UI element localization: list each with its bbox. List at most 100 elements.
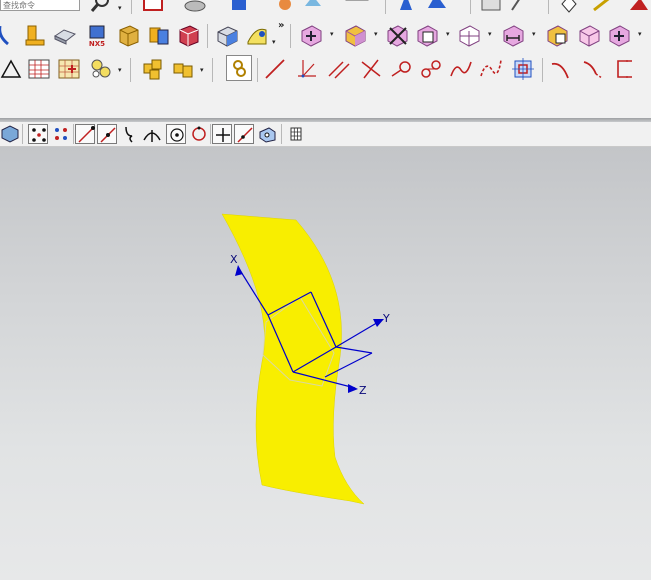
toolbar-row-2: NX5 ▾ » ▾ ▾ ▾ ▾ ▾ ▾ [0,18,651,52]
measure-icon[interactable] [456,22,482,48]
all-points-icon[interactable] [28,124,48,144]
separator [548,0,549,14]
double-circle-icon[interactable] [418,56,444,82]
dropdown-arrow-icon[interactable]: ▾ [272,38,276,46]
arc-icon[interactable] [548,56,574,82]
separator [210,124,211,144]
line-icon[interactable] [262,56,288,82]
point-on-face-icon[interactable] [257,124,277,144]
wave-icon[interactable] [500,22,526,48]
intersect-line-icon[interactable] [358,56,384,82]
section-icon[interactable] [544,22,570,48]
mid-point-icon[interactable] [97,124,117,144]
layer-icon[interactable] [424,0,450,14]
separator [212,58,213,82]
end-point-icon[interactable] [75,124,95,144]
assembly-add-icon[interactable] [140,56,166,82]
dropdown-arrow-icon[interactable]: ▾ [446,30,450,38]
curve-icon[interactable] [0,22,20,48]
blank-box-icon[interactable] [344,0,370,14]
model-canvas[interactable]: X Y Z [0,147,651,580]
cube-icon[interactable] [176,22,202,48]
block-icon[interactable] [52,22,78,48]
dropdown-arrow-icon[interactable]: ▾ [374,30,378,38]
tube-icon[interactable] [116,22,142,48]
point-icon[interactable] [294,56,320,82]
y-axis-label: Y [382,312,390,325]
move-object-icon[interactable] [140,0,166,14]
split-body-icon[interactable] [384,22,410,48]
feature-group-icon[interactable] [88,56,114,82]
separator [131,0,132,14]
dropdown-arrow-icon[interactable]: ▾ [330,30,334,38]
x-axis-label: X [230,253,238,266]
surface-icon[interactable] [244,22,270,48]
separator [385,0,386,14]
dropdown-arrow-icon[interactable]: ▾ [532,30,536,38]
dropdown-arrow-icon[interactable]: ▾ [118,4,122,12]
point-on-curve-icon[interactable] [234,124,254,144]
quadrant-icon[interactable] [189,124,209,144]
mark-icon[interactable] [626,0,651,14]
shade-icon[interactable] [226,0,252,14]
separator [257,58,258,82]
bracket-icon[interactable] [610,56,636,82]
search-icon[interactable] [88,0,114,16]
separator [73,124,74,144]
command-finder-input[interactable] [0,0,80,11]
extrude-icon[interactable] [22,22,48,48]
dropdown-arrow-icon[interactable]: ▾ [200,66,204,74]
yellow-surface[interactable] [221,213,365,505]
assembly-parts-icon[interactable] [170,56,196,82]
solid-filter-icon[interactable] [0,124,20,144]
toolbar-row-1: ▾ [0,0,651,16]
dropdown-arrow-icon[interactable]: ▾ [488,30,492,38]
toolbar-row-3: ▾ ▾ [0,52,651,86]
extrude-icon[interactable] [182,0,208,14]
sweep-icon[interactable] [214,22,240,48]
separator [290,24,291,48]
separator [281,124,282,144]
x-axis-arrow [235,265,243,276]
trim-body-icon[interactable] [342,22,368,48]
snap-icon[interactable] [506,0,532,14]
project-icon[interactable] [510,56,536,82]
table-icon[interactable] [26,56,52,82]
dropdown-arrow-icon[interactable]: ▾ [118,66,122,74]
dropdown-arrow-icon[interactable]: ▾ [638,30,642,38]
nx5-icon[interactable]: NX5 [84,22,110,48]
pattern-icon[interactable] [272,0,298,12]
circle-line-icon[interactable] [388,56,414,82]
move-face-icon[interactable] [576,22,602,48]
assembly-icon[interactable] [556,0,582,14]
studio-spline-icon[interactable] [478,56,504,82]
sketch-icon[interactable] [590,0,616,14]
grid-icon[interactable] [286,124,306,144]
intersection-icon[interactable] [142,124,162,144]
offset-face-icon[interactable] [298,22,324,48]
sheet-icon[interactable] [396,0,422,14]
control-point-icon[interactable] [51,124,71,144]
toolbar-area: ▾ [0,0,651,118]
parallel-line-icon[interactable] [326,56,352,82]
unite-icon[interactable] [146,22,172,48]
delete-face-icon[interactable] [606,22,632,48]
view-icon[interactable] [478,0,504,14]
grid-sketch-icon[interactable] [56,56,82,82]
nx5-label: NX5 [89,40,105,48]
graphics-viewport[interactable]: X Y Z [0,147,651,580]
separator [470,0,471,14]
box-dot-icon[interactable] [414,22,440,48]
triangle-icon[interactable] [0,56,24,82]
separator [130,58,131,82]
curve-point-icon[interactable] [120,124,140,144]
spline-icon[interactable] [448,56,474,82]
trim-curve-icon[interactable] [580,56,606,82]
center-icon[interactable] [166,124,186,144]
lock-icon[interactable] [226,55,252,81]
feature-icon[interactable] [300,0,326,12]
separator [22,124,23,144]
existing-point-icon[interactable] [212,124,232,144]
z-axis-arrow [348,384,358,393]
overflow-chevron-icon[interactable]: » [278,20,284,31]
